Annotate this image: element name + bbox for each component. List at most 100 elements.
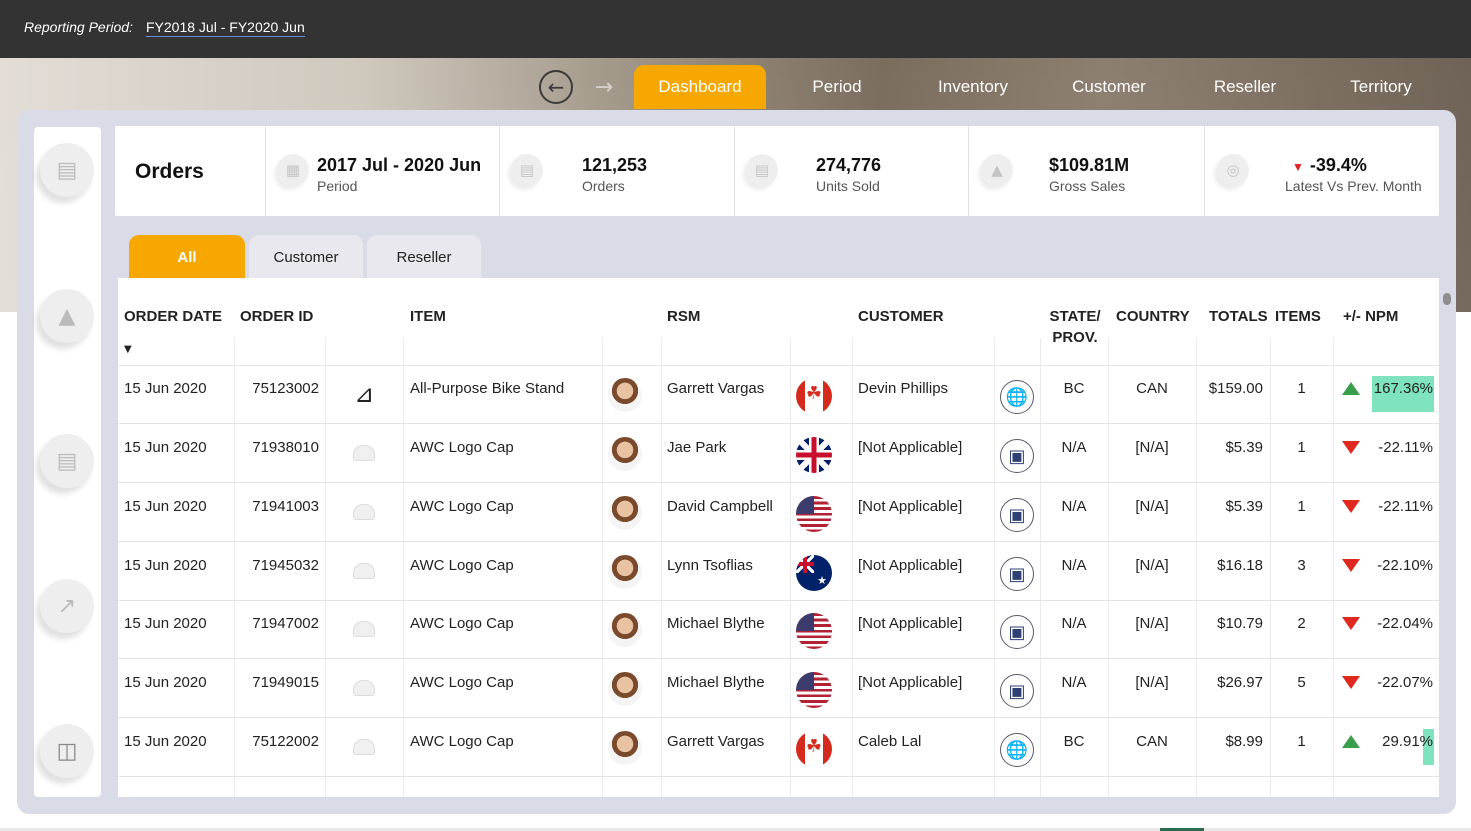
order-total: $5.39 <box>1225 498 1263 515</box>
kpi-sales-label: Gross Sales <box>1049 178 1126 194</box>
header-npm[interactable]: +/- NPM <box>1343 308 1398 325</box>
order-id[interactable]: 75123002 <box>234 380 319 397</box>
header-item[interactable]: ITEM <box>410 308 446 325</box>
customer-name: [Not Applicable] <box>858 674 963 691</box>
tab-reseller[interactable]: Reseller <box>1180 65 1310 109</box>
rsm-name: Jae Park <box>667 439 727 456</box>
order-id[interactable]: 71938010 <box>234 439 319 456</box>
rsm-name: David Campbell <box>667 498 773 515</box>
trend-up-icon <box>1342 735 1360 748</box>
flag-gbr-icon <box>796 437 832 473</box>
customer-name: [Not Applicable] <box>858 439 963 456</box>
header-state-prov[interactable]: STATE/ PROV. <box>1046 308 1104 346</box>
order-id[interactable]: 71945032 <box>234 557 319 574</box>
table-row[interactable]: 15 Jun 2020 75122002 AWC Logo Cap Garrett V… <box>118 719 1439 777</box>
table-footer-space <box>118 797 1439 807</box>
forward-arrow-icon[interactable]: → <box>587 70 621 104</box>
tab-dashboard[interactable]: Dashboard <box>634 65 766 109</box>
table-row[interactable]: 15 Jun 2020 71945032 AWC Logo Cap Lynn Tsof… <box>118 543 1439 601</box>
divider <box>499 126 500 216</box>
country: CAN <box>1136 380 1168 397</box>
npm-value: -22.11% <box>1378 439 1433 456</box>
avatar <box>608 437 642 471</box>
reporting-period-label: Reporting Period: <box>24 19 133 35</box>
tab-inventory[interactable]: Inventory <box>908 65 1038 109</box>
header-order-id[interactable]: ORDER ID <box>240 308 313 325</box>
header-items[interactable]: ITEMS <box>1275 308 1321 325</box>
avatar <box>608 672 642 706</box>
store-icon: ▣ <box>1000 498 1034 532</box>
item-count: 2 <box>1297 615 1306 632</box>
order-date: 15 Jun 2020 <box>124 380 207 397</box>
table-row[interactable]: 15 Jun 2020 71947002 AWC Logo Cap Michael B… <box>118 601 1439 659</box>
header-state-line2: PROV. <box>1052 329 1098 346</box>
tab-customer-orders[interactable]: Customer <box>249 235 363 279</box>
state-prov: N/A <box>1061 557 1087 574</box>
sales-icon[interactable]: ▲ <box>40 289 94 343</box>
country: CAN <box>1136 733 1168 750</box>
table-row[interactable]: 15 Jun 2020 71941003 AWC Logo Cap David Cam… <box>118 484 1439 542</box>
tab-reseller-orders[interactable]: Reseller <box>367 235 481 279</box>
npm-value: -22.07% <box>1377 674 1433 691</box>
table-row[interactable]: 15 Jun 2020 71949015 AWC Logo Cap Michael B… <box>118 660 1439 718</box>
flag-aus-icon <box>796 555 832 591</box>
state-prov: BC <box>1063 733 1085 750</box>
back-arrow-icon[interactable]: ← <box>539 70 573 104</box>
item-name: AWC Logo Cap <box>410 439 514 456</box>
kpi-bar: Orders ▦ 2017 Jul - 2020 Jun Period ▤ 12… <box>115 126 1439 216</box>
customer-name: [Not Applicable] <box>858 498 963 515</box>
growth-chart-icon[interactable]: ↗ <box>40 579 94 633</box>
header-country[interactable]: COUNTRY <box>1116 308 1190 325</box>
divider <box>968 126 969 216</box>
kpi-orders-value: 121,253 <box>582 155 648 175</box>
order-id[interactable]: 71947002 <box>234 615 319 632</box>
orders-icon: ▤ <box>511 154 543 186</box>
state-prov: BC <box>1063 380 1085 397</box>
divider <box>734 126 735 216</box>
customer-name: Devin Phillips <box>858 380 949 397</box>
country: [N/A] <box>1135 557 1169 574</box>
flag-can-icon <box>796 731 832 767</box>
sort-descending-icon[interactable]: ▼ <box>124 344 132 355</box>
header-customer[interactable]: CUSTOMER <box>858 308 944 325</box>
header-totals[interactable]: TOTALS <box>1209 308 1268 325</box>
rsm-name: Lynn Tsoflias <box>667 557 753 574</box>
npm-cell: 29.91% <box>1363 719 1439 777</box>
npm-cell: -22.04% <box>1363 601 1439 659</box>
tab-period[interactable]: Period <box>772 65 902 109</box>
order-id[interactable]: 71949015 <box>234 674 319 691</box>
database-icon[interactable]: ◫ <box>40 724 94 778</box>
sidebar: ▤ ▲ ▤ ↗ ◫ <box>34 127 101 797</box>
state-prov: N/A <box>1061 615 1087 632</box>
tab-customer[interactable]: Customer <box>1044 65 1174 109</box>
table-row[interactable]: 15 Jun 2020 71938010 AWC Logo Cap Jae Park [… <box>118 425 1439 483</box>
orders-icon[interactable]: ▤ <box>40 143 94 197</box>
item-count: 3 <box>1297 557 1306 574</box>
money-icon[interactable]: ▤ <box>40 434 94 488</box>
order-id[interactable]: 75122002 <box>234 733 319 750</box>
kpi-orders-label: Orders <box>582 178 625 194</box>
item-name: AWC Logo Cap <box>410 674 514 691</box>
kpi-units-value: 274,776 <box>816 155 882 175</box>
customer-name: Caleb Lal <box>858 733 922 750</box>
reporting-period-selector[interactable]: FY2018 Jul - FY2020 Jun <box>146 19 305 37</box>
kpi-change-value: ▼ -39.4% <box>1292 155 1367 175</box>
trend-down-icon <box>1342 500 1360 513</box>
order-date: 15 Jun 2020 <box>124 498 207 515</box>
flag-usa-icon <box>796 613 832 649</box>
order-total: $8.99 <box>1225 733 1263 750</box>
rsm-name: Garrett Vargas <box>667 733 765 750</box>
order-total: $26.97 <box>1217 674 1263 691</box>
flag-usa-icon <box>796 496 832 532</box>
header-rsm[interactable]: RSM <box>667 308 700 325</box>
order-id[interactable]: 71941003 <box>234 498 319 515</box>
header-order-date[interactable]: ORDER DATE <box>124 308 222 325</box>
kpi-sales-value: $109.81M <box>1049 155 1130 175</box>
table-row[interactable]: 15 Jun 2020 75123002 ⊿ All-Purpose Bike Sta… <box>118 366 1439 424</box>
avatar <box>608 731 642 765</box>
vertical-scrollbar[interactable] <box>1443 293 1451 305</box>
tab-all[interactable]: All <box>129 235 245 279</box>
tab-territory[interactable]: Territory <box>1316 65 1446 109</box>
globe-icon: 🌐 <box>1000 380 1034 414</box>
item-name: AWC Logo Cap <box>410 498 514 515</box>
